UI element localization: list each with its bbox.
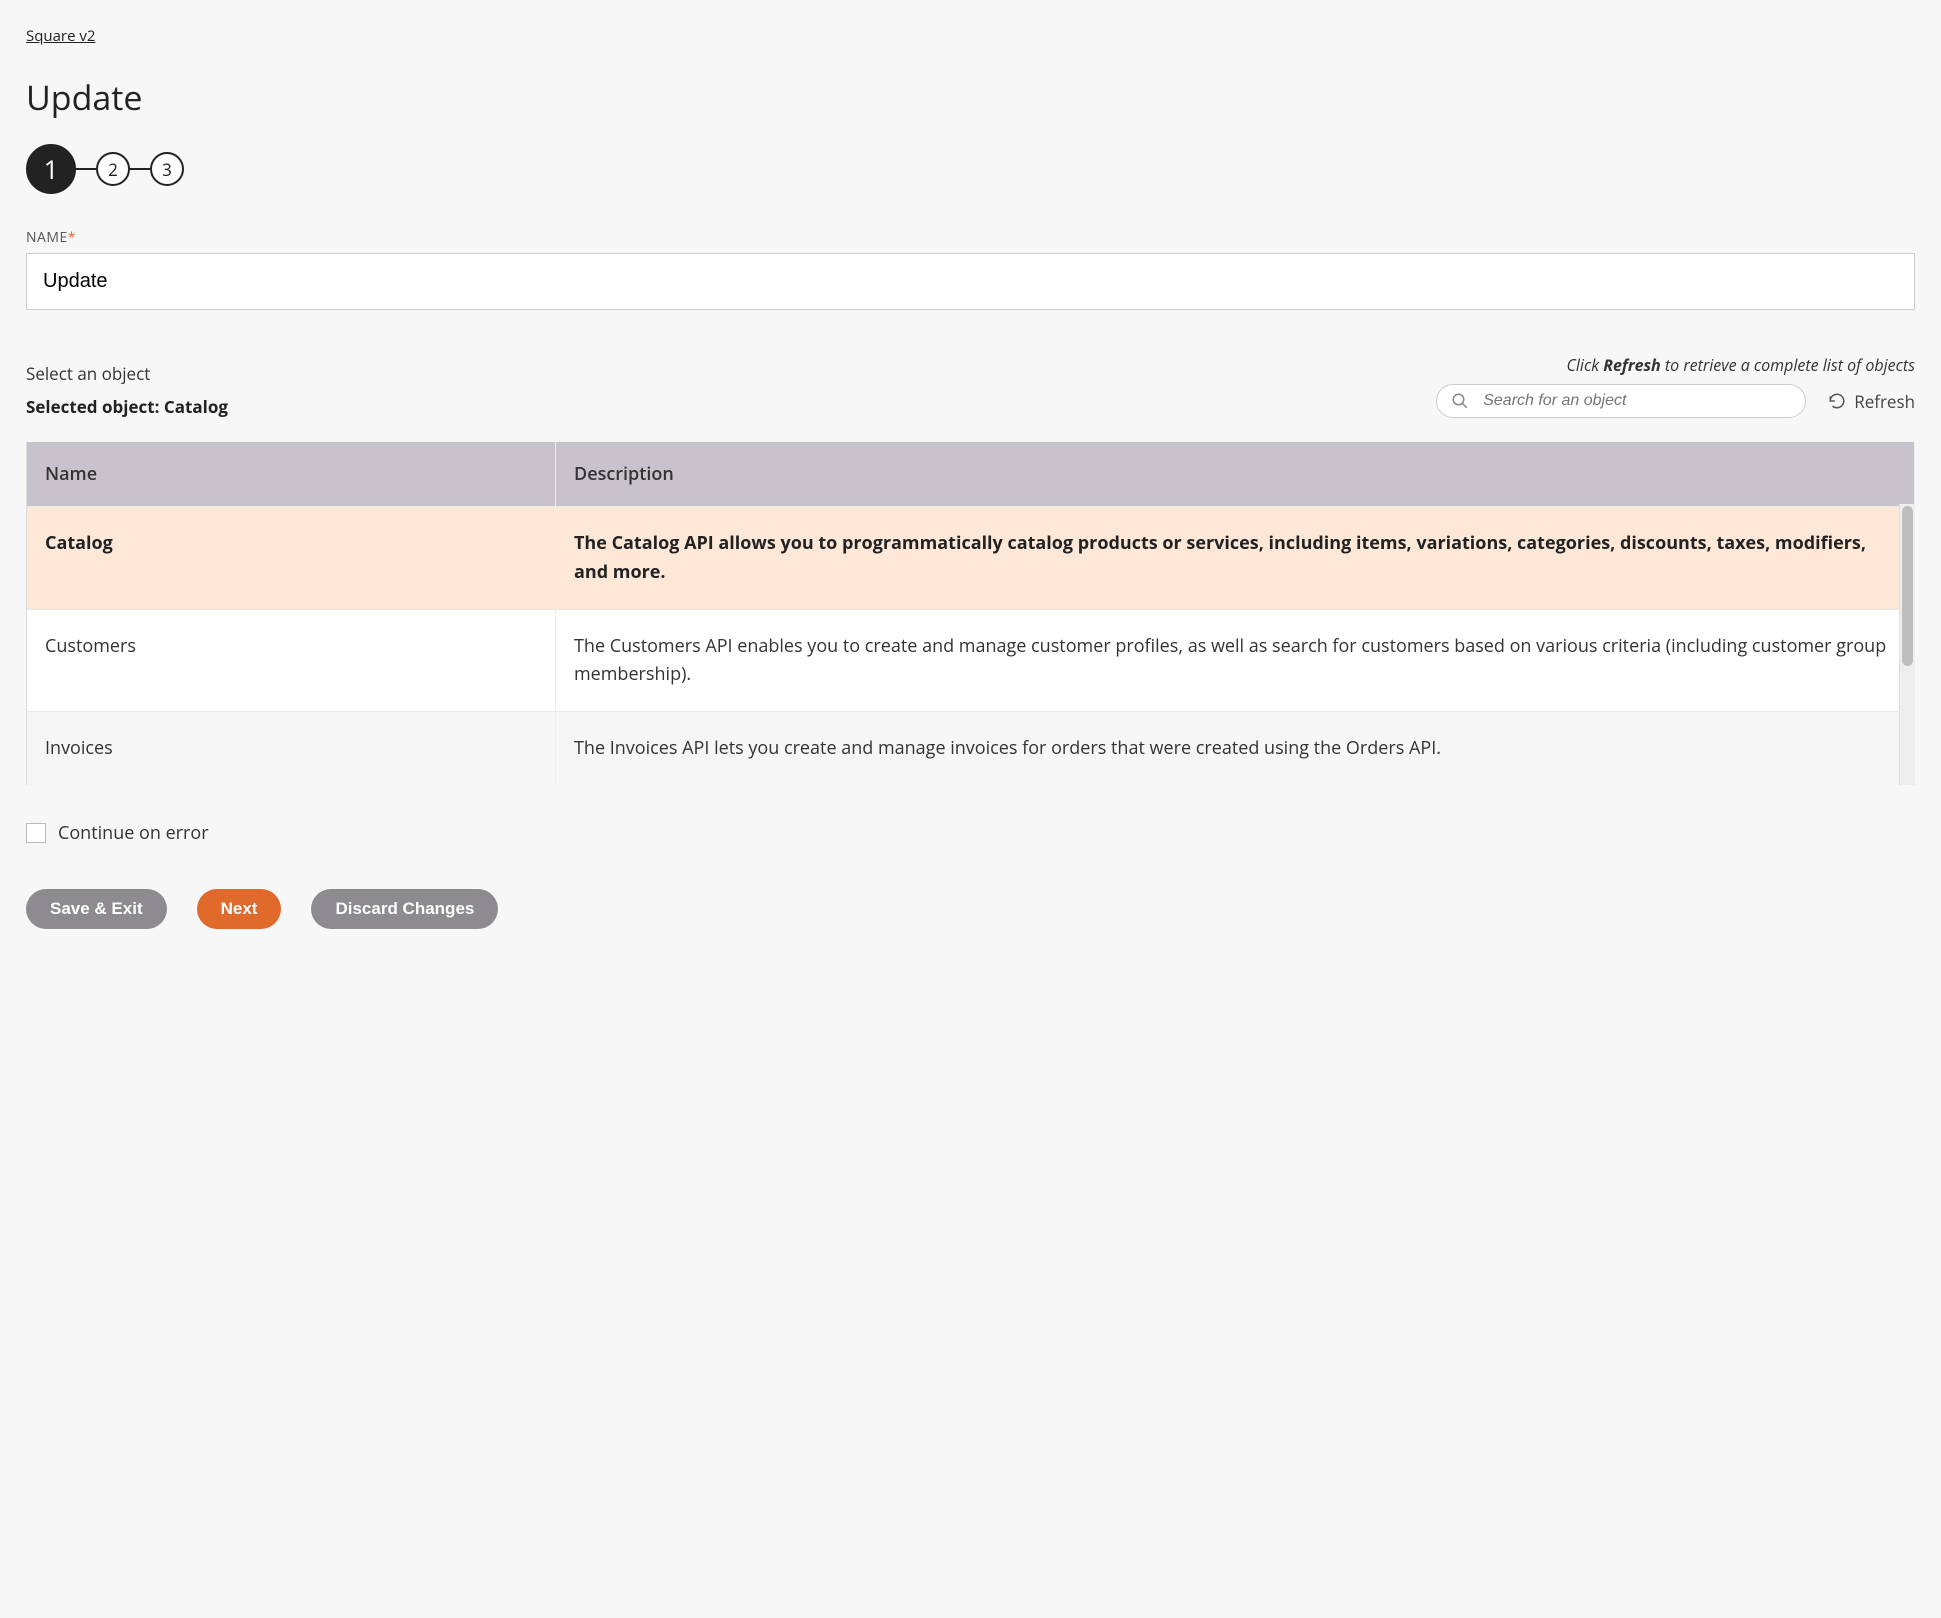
breadcrumb[interactable]: Square v2 bbox=[26, 26, 95, 46]
step-2[interactable]: 2 bbox=[96, 152, 130, 186]
name-field-label-text: NAME bbox=[26, 228, 68, 247]
row-name: Customers bbox=[27, 609, 556, 712]
next-button[interactable]: Next bbox=[197, 889, 282, 929]
search-input[interactable] bbox=[1481, 391, 1791, 411]
required-marker: * bbox=[68, 228, 76, 247]
refresh-icon bbox=[1828, 392, 1846, 410]
continue-on-error-checkbox[interactable] bbox=[26, 823, 46, 843]
row-name: Catalog bbox=[27, 507, 556, 610]
refresh-hint: Click Refresh to retrieve a complete lis… bbox=[1436, 354, 1915, 376]
selected-object-value: Catalog bbox=[164, 395, 228, 418]
col-header-description[interactable]: Description bbox=[556, 442, 1915, 507]
step-line bbox=[130, 168, 150, 170]
object-table: Name Description Catalog The Catalog API… bbox=[27, 442, 1915, 785]
scrollbar[interactable] bbox=[1899, 504, 1915, 785]
refresh-hint-post: to retrieve a complete list of objects bbox=[1661, 354, 1915, 376]
col-header-name[interactable]: Name bbox=[27, 442, 556, 507]
stepper: 1 2 3 bbox=[26, 144, 1915, 194]
search-icon bbox=[1451, 392, 1469, 410]
save-exit-button[interactable]: Save & Exit bbox=[26, 889, 167, 929]
name-input[interactable] bbox=[26, 253, 1915, 310]
refresh-hint-bold: Refresh bbox=[1603, 354, 1661, 376]
selected-object: Selected object: Catalog bbox=[26, 395, 228, 418]
refresh-label: Refresh bbox=[1854, 390, 1915, 413]
step-line bbox=[76, 168, 96, 170]
continue-on-error-label: Continue on error bbox=[58, 821, 209, 845]
selected-object-prefix: Selected object: bbox=[26, 395, 164, 418]
step-3[interactable]: 3 bbox=[150, 152, 184, 186]
refresh-button[interactable]: Refresh bbox=[1828, 390, 1915, 413]
select-object-label: Select an object bbox=[26, 362, 228, 385]
object-table-wrap: Name Description Catalog The Catalog API… bbox=[26, 442, 1915, 785]
row-name: Invoices bbox=[27, 712, 556, 785]
step-1[interactable]: 1 bbox=[26, 144, 76, 194]
row-description: The Customers API enables you to create … bbox=[556, 609, 1915, 712]
row-description: The Catalog API allows you to programmat… bbox=[556, 507, 1915, 610]
row-description: The Invoices API lets you create and man… bbox=[556, 712, 1915, 785]
scrollbar-thumb[interactable] bbox=[1902, 506, 1913, 666]
discard-button[interactable]: Discard Changes bbox=[311, 889, 498, 929]
table-row[interactable]: Invoices The Invoices API lets you creat… bbox=[27, 712, 1915, 785]
name-field-label: NAME* bbox=[26, 228, 1915, 247]
table-row[interactable]: Catalog The Catalog API allows you to pr… bbox=[27, 507, 1915, 610]
page-title: Update bbox=[26, 74, 1915, 120]
refresh-hint-pre: Click bbox=[1566, 354, 1603, 376]
table-row[interactable]: Customers The Customers API enables you … bbox=[27, 609, 1915, 712]
search-box[interactable] bbox=[1436, 384, 1806, 418]
